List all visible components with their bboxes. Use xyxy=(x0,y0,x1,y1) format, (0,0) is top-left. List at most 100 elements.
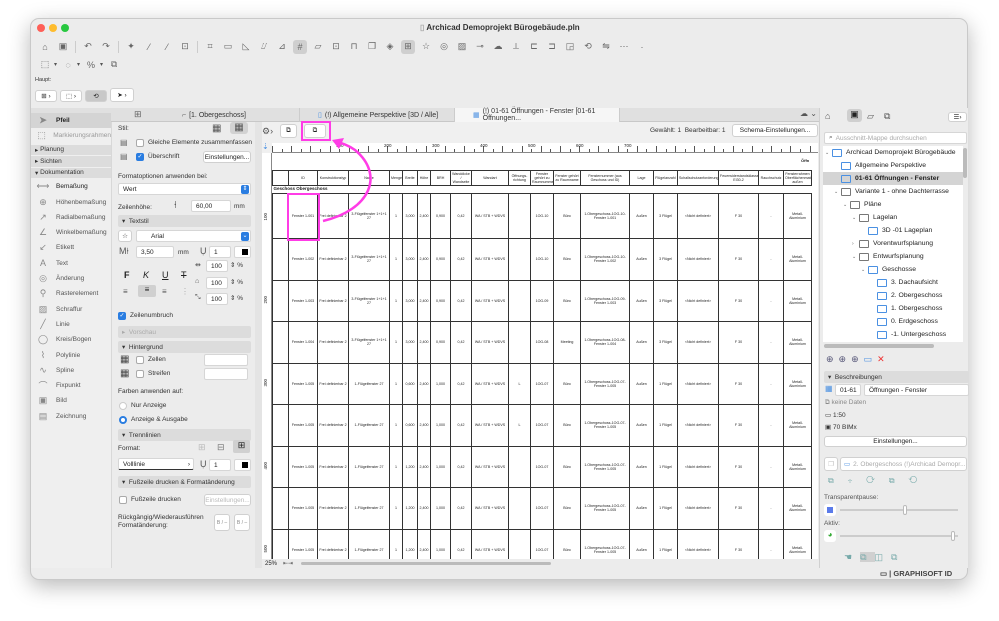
header-checkbox[interactable]: ✓ xyxy=(136,153,144,161)
table-cell[interactable]: 1 xyxy=(389,445,403,488)
table-cell[interactable]: <Nicht definiert> xyxy=(677,445,719,488)
font-size-input[interactable]: 3,50 xyxy=(136,246,174,258)
table-cell[interactable]: 3,000 xyxy=(402,279,418,322)
group-icon[interactable]: ⊡ xyxy=(178,40,192,54)
table-cell[interactable]: WA / STB + WDVS xyxy=(471,193,509,239)
table-cell[interactable]: Meeting xyxy=(553,321,581,364)
table-cell[interactable]: 2,400 xyxy=(417,404,431,447)
column-header[interactable]: Konstruktionstyp xyxy=(317,170,349,186)
mirror-icon[interactable]: ⋯ xyxy=(617,40,631,54)
width-scale-stepper[interactable]: ⇕ % xyxy=(230,261,243,269)
table-cell[interactable]: 1OG-07 xyxy=(530,362,554,405)
table-cell[interactable]: 0,42 xyxy=(450,193,472,239)
lock-icon[interactable]: ⊓ xyxy=(347,40,361,54)
row-height-input[interactable]: 60,00 xyxy=(191,200,231,212)
table-cell[interactable]: 1,200 xyxy=(402,528,418,559)
grid-icon[interactable]: # xyxy=(293,39,307,54)
table-cell[interactable]: 1,000 xyxy=(430,362,451,405)
section-hintergrund[interactable]: ▾ Hintergrund xyxy=(118,341,251,353)
tool-bild[interactable]: ▣ Bild xyxy=(31,393,111,408)
table-cell[interactable]: 1,000 xyxy=(430,487,451,530)
table-cell[interactable]: 1.Obergeschoss-1OG-07-Fenster 1-005 xyxy=(580,362,630,405)
column-header[interactable]: Flügelanzahl xyxy=(653,170,678,186)
table-cell[interactable]: Außen xyxy=(629,321,654,364)
table-cell[interactable]: WA / STB + WDVS xyxy=(471,362,509,405)
table-icon[interactable]: ▭ xyxy=(221,40,235,54)
table-cell[interactable]: Außen xyxy=(629,279,654,322)
table-cell[interactable]: - xyxy=(758,238,784,281)
table-cell[interactable]: 1.Obergeschoss-1OG-07-Fenster 1-005 xyxy=(580,404,630,447)
table-cell[interactable]: Büro xyxy=(553,528,581,559)
table-cell[interactable]: 2,400 xyxy=(417,193,431,239)
favorite-icon[interactable]: ☆ xyxy=(419,40,433,54)
table-cell[interactable]: 1 xyxy=(389,279,403,322)
table-cell[interactable]: Außen xyxy=(629,404,654,447)
lines-all-icon[interactable]: ⊞ xyxy=(233,440,250,453)
style-simple-icon[interactable]: ▦ xyxy=(212,123,221,134)
table-cell[interactable]: Metall-Aluminium xyxy=(783,193,812,239)
syringe-icon[interactable]: ⁄ xyxy=(160,40,174,54)
tool-polylinie[interactable]: ⌇ Polylinie xyxy=(31,347,111,362)
table-cell[interactable]: <Nicht definiert> xyxy=(677,193,719,239)
difference-icon[interactable]: ⧉ xyxy=(891,552,905,562)
table-cell[interactable]: Frei definierbar 2 xyxy=(317,362,349,405)
redo-icon[interactable]: ↷ xyxy=(99,40,113,54)
table-cell[interactable]: 3-Flügelfenster 1+1+1 27 xyxy=(348,238,390,281)
layer-icon[interactable]: ❐ xyxy=(365,40,379,54)
style-grid-icon[interactable]: ▦ xyxy=(230,122,248,134)
table-cell[interactable]: Metall-Aluminium xyxy=(783,445,812,488)
trace-color-button[interactable] xyxy=(824,504,836,516)
select-sub-icon[interactable]: ◌ xyxy=(61,58,75,72)
table-cell[interactable]: Büro xyxy=(553,404,581,447)
table-cell[interactable]: 1,000 xyxy=(430,404,451,447)
table-cell[interactable]: WA / STB + WDVS xyxy=(471,404,509,447)
table-cell[interactable]: 1-Flügelfenster 27 xyxy=(348,487,390,530)
table-cell[interactable]: <Nicht definiert> xyxy=(677,528,719,559)
gear-icon[interactable]: ⚙› xyxy=(262,126,273,137)
table-cell[interactable]: 1,000 xyxy=(430,445,451,488)
table-cell[interactable]: 1 xyxy=(389,238,403,281)
tree-item[interactable]: ⌄ Pläne xyxy=(823,198,963,211)
bold-button[interactable]: F xyxy=(124,270,130,280)
pan-icon[interactable]: ☚ xyxy=(844,552,860,562)
more-icon[interactable]: · xyxy=(635,40,649,54)
table-cell[interactable]: 2,400 xyxy=(417,238,431,281)
trace-reference-select[interactable]: ▭ 2. Obergeschoss (!)Archicad Demopr... xyxy=(840,457,967,471)
redo-format-button[interactable]: B / – xyxy=(234,514,250,531)
group-dokumentation[interactable]: ▾ Dokumentation xyxy=(31,167,111,179)
lines-horizontal-icon[interactable]: ⊟ xyxy=(217,442,225,453)
table-cell[interactable]: F 30 xyxy=(718,321,759,364)
table-cell[interactable]: Fenster 1-002 xyxy=(288,238,318,281)
column-header[interactable]: Öffnungs-richtung xyxy=(508,170,531,186)
table-cell[interactable]: 0,42 xyxy=(450,238,472,281)
lines-none-icon[interactable]: ⊞ xyxy=(198,442,206,453)
disclosure-icon[interactable]: ⌄ xyxy=(852,254,859,260)
table-cell[interactable]: Metall-Aluminium xyxy=(783,528,812,559)
table-cell[interactable]: Außen xyxy=(629,238,654,281)
table-row[interactable]: Fenster 1-005 Frei definierbar 2 1-Flügelf… xyxy=(272,404,812,447)
table-cell[interactable]: 1OG-07 xyxy=(530,487,554,530)
table-cell[interactable]: Fenster 1-005 xyxy=(288,445,318,488)
tree-item[interactable]: ⌄ Archicad Demoprojekt Bürogebäude xyxy=(823,146,963,159)
table-cell[interactable]: <Nicht definiert> xyxy=(677,321,719,364)
column-header[interactable]: Fensterrahmen Oberflächenmaterial außen xyxy=(783,170,812,186)
snap-icon[interactable]: ⊿ xyxy=(275,40,289,54)
ruler-origin-icon[interactable]: ⇣ xyxy=(262,142,269,151)
line-type-select[interactable]: Volllinie › xyxy=(118,458,194,470)
table-cell[interactable]: Fenster 1-004 xyxy=(288,321,318,364)
table-cell[interactable]: 1,200 xyxy=(402,445,418,488)
plane-icon[interactable]: ⏥ xyxy=(311,40,325,54)
panel-splitter[interactable] xyxy=(255,122,262,568)
wrap-checkbox[interactable]: ✓ xyxy=(118,312,126,320)
table-cell[interactable]: Büro xyxy=(553,193,581,239)
tab-allgemeine-perspektive[interactable]: ▯ (!) Allgemeine Perspektive [3D / Alle] xyxy=(300,108,455,122)
table-row[interactable]: Fenster 1-005 Frei definierbar 2 1-Flügelf… xyxy=(272,528,812,559)
table-cell[interactable]: 0,600 xyxy=(402,404,418,447)
cells-checkbox[interactable] xyxy=(136,356,144,364)
tool-winkelbemaßung[interactable]: ∠ Winkelbemaßung xyxy=(31,225,111,240)
table-cell[interactable]: 1 xyxy=(389,193,403,239)
fit-icon[interactable]: ⌗ xyxy=(203,40,217,54)
line-pen-color-swatch[interactable] xyxy=(234,459,251,471)
table-cell[interactable]: 0,900 xyxy=(430,279,451,322)
orbit-button[interactable]: ⟲ xyxy=(85,90,107,102)
